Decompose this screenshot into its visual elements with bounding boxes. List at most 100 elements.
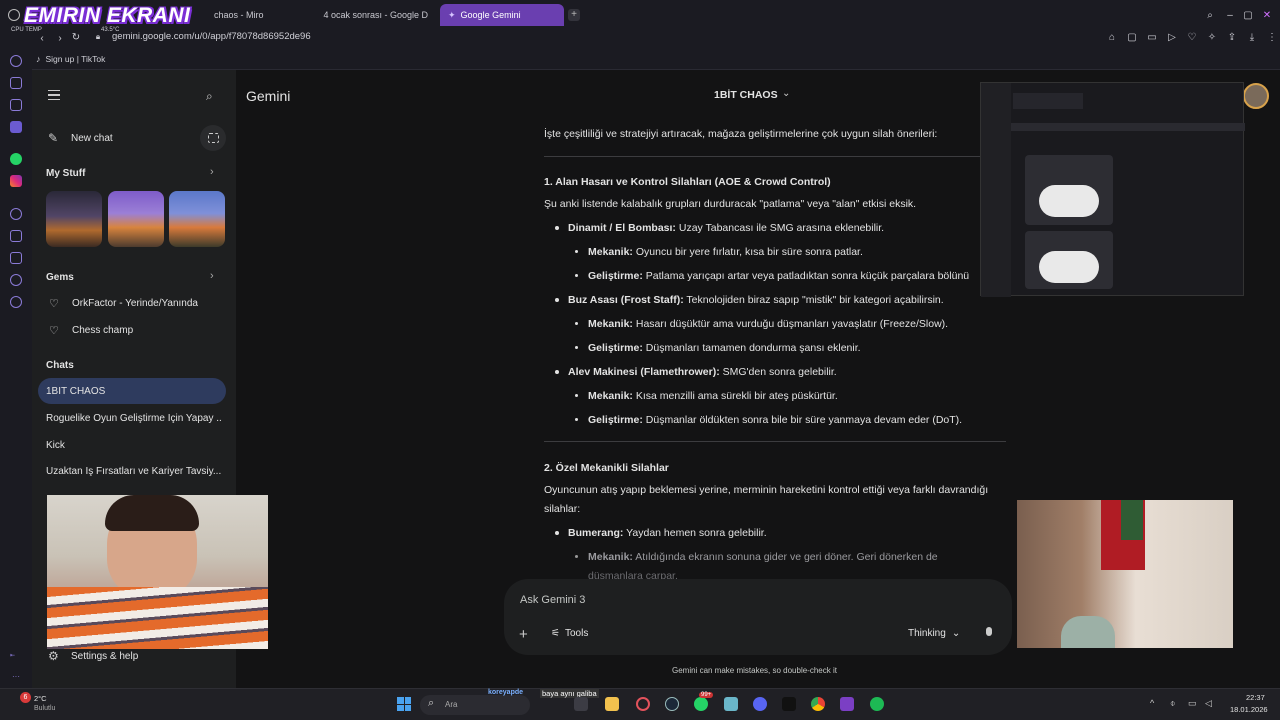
bookmark-label: Sign up | TikTok [45, 54, 106, 64]
tab-gemini[interactable]: ✦ Google Gemini [440, 4, 564, 26]
rail-play-icon[interactable] [10, 208, 22, 220]
sub-bullet [575, 322, 578, 325]
rail-messenger-icon[interactable] [10, 121, 22, 133]
whatsapp-icon[interactable] [694, 697, 708, 711]
rail-store-icon[interactable] [10, 99, 22, 111]
share-icon[interactable]: ⇪ [1226, 31, 1238, 43]
rail-home-icon[interactable] [10, 55, 22, 67]
my-stuff-heading[interactable]: My Stuff [46, 168, 85, 179]
rail-bookmark-icon[interactable] [10, 230, 22, 242]
chevron-down-icon[interactable]: ⌄ [782, 88, 790, 99]
download-icon[interactable]: ⤓ [1246, 31, 1258, 43]
sub-bullet [575, 346, 578, 349]
settings-help-button[interactable]: Settings & help [71, 651, 138, 662]
add-icon[interactable]: + [519, 626, 528, 643]
volume-icon[interactable]: ◁ [1205, 698, 1212, 709]
chat-item-kick[interactable]: Kick [46, 440, 65, 451]
extension-icon[interactable]: ⌂ [1106, 31, 1118, 43]
close-icon[interactable]: ✕ [1261, 9, 1273, 21]
play-icon[interactable]: ▷ [1166, 31, 1178, 43]
spotify-icon[interactable] [870, 697, 884, 711]
my-stuff-image-campfire[interactable] [46, 191, 102, 247]
clock-date[interactable]: 18.01.2026 [1230, 705, 1268, 714]
forward-icon[interactable]: › [54, 32, 66, 44]
discord-icon[interactable] [753, 697, 767, 711]
item-text: Teknolojiden biraz sapıp "mistik" bir ka… [683, 294, 944, 306]
tab-miro[interactable]: chaos - Miro [206, 4, 306, 26]
avatar[interactable] [1243, 83, 1269, 109]
prompt-box [504, 579, 1012, 655]
weapon-item-buz-asasi: Buz Asası (Frost Staff): Teknolojiden bi… [568, 293, 944, 308]
back-icon[interactable]: ‹ [36, 32, 48, 44]
rail-history-icon[interactable] [10, 252, 22, 264]
item-title: Buz Asası (Frost Staff): [568, 294, 684, 306]
weather-temp[interactable]: 2°C [34, 694, 47, 703]
chat-item-1bit-chaos[interactable]: 1BİT CHAOS [46, 386, 105, 397]
chrome-icon[interactable] [811, 697, 825, 711]
divider [544, 441, 1006, 442]
network-icon[interactable]: ▭ [1188, 698, 1197, 709]
my-stuff-image-pixel-1[interactable] [108, 191, 164, 247]
bullet [555, 298, 559, 302]
tab-google-docs[interactable]: 4 ocak sonrası - Google D [310, 4, 436, 26]
rail-more-icon[interactable]: ··· [12, 672, 20, 681]
capture-ui-block [1013, 93, 1083, 109]
app-icon[interactable] [782, 697, 796, 711]
screenshot-icon[interactable]: ▢ [1126, 31, 1138, 43]
chat-item-uzaktan[interactable]: Uzaktan İş Fırsatları ve Kariyer Tavsiy.… [46, 466, 222, 477]
app-title[interactable]: Gemini [246, 88, 290, 104]
bookmark-icon[interactable]: ▭ [1146, 31, 1158, 43]
more-menu-icon[interactable]: ⋮ [1266, 31, 1278, 43]
puzzle-icon[interactable]: ✧ [1206, 31, 1218, 43]
chat-title[interactable]: 1BİT CHAOS [714, 89, 778, 101]
rail-sidebar-toggle[interactable]: ⇤ [10, 652, 15, 659]
rail-extensions-icon[interactable] [10, 274, 22, 286]
reload-icon[interactable]: ↻ [70, 31, 82, 43]
prompt-input[interactable]: Ask Gemini 3 [520, 594, 585, 606]
search-icon[interactable]: ⌕ [206, 89, 213, 104]
my-stuff-image-pixel-2[interactable] [169, 191, 225, 247]
rail-settings-icon[interactable] [10, 296, 22, 308]
temporary-chat-button[interactable] [200, 125, 226, 151]
windows-start-icon[interactable] [397, 697, 411, 711]
file-explorer-icon[interactable] [605, 697, 619, 711]
tray-chevron-icon[interactable]: ^ [1150, 698, 1154, 708]
minimize-icon[interactable]: – [1224, 9, 1236, 21]
steam-icon[interactable] [665, 697, 679, 711]
sliders-icon: ⚟ [551, 628, 560, 639]
app-icon[interactable] [724, 697, 738, 711]
rail-bag-icon[interactable] [10, 77, 22, 89]
new-tab-button[interactable]: + [568, 9, 580, 21]
clock-time[interactable]: 22:37 [1246, 693, 1265, 702]
microphone-icon[interactable] [986, 627, 992, 636]
taskbar-search-placeholder: Ara [445, 700, 458, 709]
gem-chess-champ[interactable]: Chess champ [72, 325, 133, 336]
bookmark-tiktok[interactable]: ♪ Sign up | TikTok [36, 54, 105, 64]
search-tabs-icon[interactable]: ⌕ [1204, 9, 1216, 21]
microphone-icon[interactable]: ⌽ [1170, 698, 1175, 709]
twitch-icon[interactable] [840, 697, 854, 711]
tools-button[interactable]: ⚟ Tools [551, 628, 588, 639]
task-view-icon[interactable] [574, 697, 588, 711]
chevron-right-icon[interactable]: › [210, 270, 214, 282]
capture-star-sticker [1039, 185, 1099, 217]
gem-orkfactor[interactable]: OrkFactor - Yerinde/Yanında [72, 298, 198, 309]
notification-badge: 99+ [699, 692, 714, 698]
taskbar-search-box[interactable] [420, 695, 530, 715]
hanging-clothes-green [1121, 500, 1143, 540]
hamburger-menu-icon[interactable] [48, 90, 60, 100]
mode-selector[interactable]: Thinking ⌄ [908, 628, 960, 639]
new-chat-button[interactable]: New chat [71, 133, 113, 144]
chat-item-roguelike[interactable]: Roguelike Oyun Geliştirme İçin Yapay ... [46, 413, 222, 424]
opera-icon[interactable] [636, 697, 650, 711]
heart-icon[interactable]: ♡ [1186, 31, 1198, 43]
browser-menu-icon[interactable] [8, 9, 20, 21]
gemini-star-icon: ✦ [448, 9, 456, 20]
chevron-right-icon[interactable]: › [210, 166, 214, 178]
gem-icon: ♡ [49, 325, 59, 337]
gems-heading[interactable]: Gems [46, 272, 74, 283]
whatsapp-icon[interactable] [10, 153, 22, 165]
instagram-icon[interactable] [10, 175, 22, 187]
url-field[interactable]: gemini.google.com/u/0/app/f78078d86952de… [112, 31, 311, 42]
maximize-icon[interactable]: ▢ [1242, 9, 1254, 21]
